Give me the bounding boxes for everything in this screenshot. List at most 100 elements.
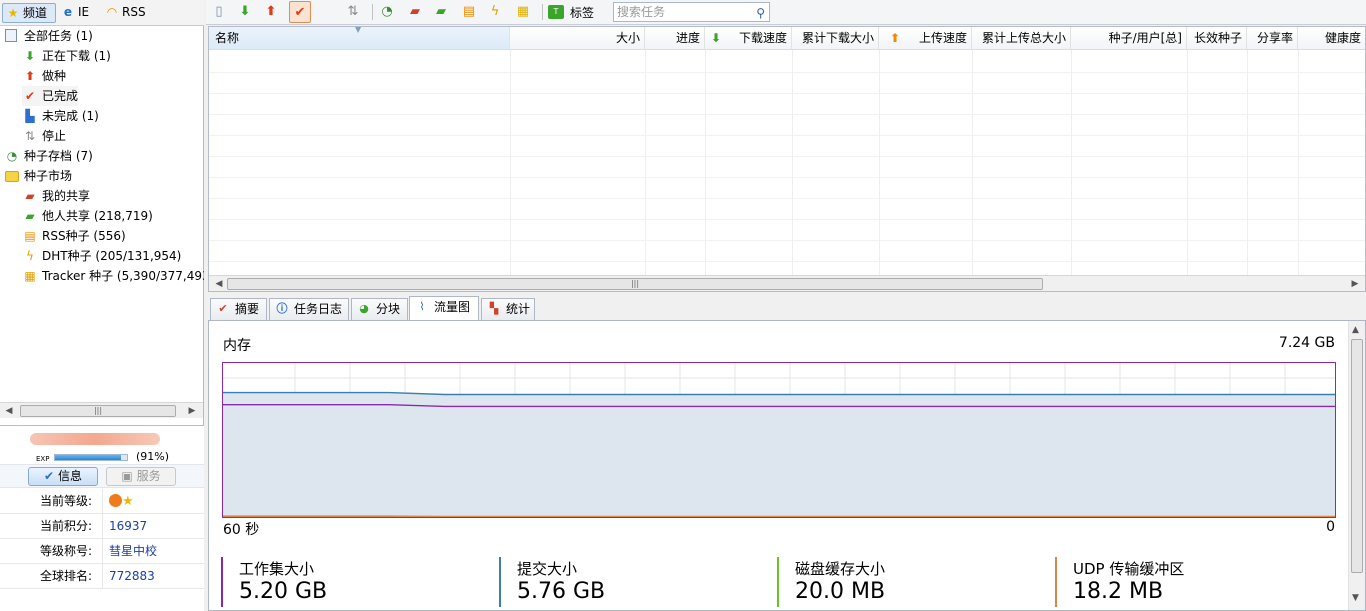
- service-icon: ▣: [121, 469, 133, 483]
- tree-tracker-torrents[interactable]: ▦ Tracker 种子 (5,390/377,493: [22, 266, 204, 286]
- tab-channels[interactable]: ★ 频道: [2, 3, 56, 23]
- tree-stopped[interactable]: ⇅ 停止: [22, 126, 66, 146]
- tag-label[interactable]: 标签: [570, 4, 594, 21]
- tab-label: 统计: [506, 302, 531, 316]
- tree-label: 正在下载 (1): [42, 49, 111, 63]
- move-down-icon[interactable]: ▰: [430, 1, 452, 23]
- exp-percent: (91%): [136, 450, 170, 463]
- col-header-download-speed[interactable]: ⬇ 下载速度: [705, 27, 792, 50]
- rss-feed-icon[interactable]: ▤: [458, 1, 480, 23]
- scroll-down-icon[interactable]: ▼: [1352, 593, 1359, 603]
- tree-others-share[interactable]: ▰ 他人共享 (218,719): [22, 206, 152, 226]
- traffic-panel: 内存 7.24 GB 60 秒 0 工作集大小 5.20 GB 提交大小 5.7…: [208, 320, 1366, 611]
- tracker-torrent-icon: ▦: [24, 269, 36, 283]
- tree-dht-torrents[interactable]: ϟ DHT种子 (205/131,954): [22, 246, 181, 266]
- star-level-icon: ★: [122, 494, 134, 509]
- col-header-total-downloaded[interactable]: 累计下载大小: [792, 27, 879, 50]
- timer-icon[interactable]: ◔: [376, 1, 398, 23]
- scroll-up-icon[interactable]: ▲: [1352, 325, 1359, 335]
- col-header-share-ratio[interactable]: 分享率: [1247, 27, 1298, 50]
- col-header-name[interactable]: 名称 ▼: [209, 27, 510, 50]
- tab-label: 流量图: [434, 300, 471, 314]
- task-grid: 名称 ▼ 大小 进度 ⬇ 下载速度 累计下载大小 ⬆ 上传速度 累计上传总大小 …: [208, 26, 1366, 292]
- col-label: 下载速度: [738, 31, 787, 45]
- new-task-icon[interactable]: ▯: [208, 1, 230, 23]
- tab-task-log[interactable]: ⓘ 任务日志: [269, 298, 349, 320]
- grid-hscrollbar[interactable]: ◀ ||| ▶: [209, 275, 1365, 291]
- stat-label: UDP 传输缓冲区: [1073, 560, 1185, 578]
- tree-completed[interactable]: ✔ 已完成: [22, 86, 79, 106]
- scroll-left-icon[interactable]: ◀: [213, 278, 225, 290]
- tree-my-share[interactable]: ▰ 我的共享: [22, 186, 90, 206]
- col-header-total-uploaded[interactable]: 累计上传总大小: [972, 27, 1071, 50]
- grid-column-line: [792, 50, 793, 275]
- tree-label: 停止: [42, 129, 67, 143]
- start-seed-icon[interactable]: ⬆: [260, 1, 282, 23]
- tree-downloading[interactable]: ⬇ 正在下载 (1): [22, 46, 111, 66]
- stat-value: 5.20 GB: [239, 579, 328, 604]
- col-header-health[interactable]: 健康度: [1298, 27, 1365, 50]
- tag-icon[interactable]: T: [548, 5, 564, 19]
- col-header-size[interactable]: 大小: [510, 27, 645, 50]
- col-label: 分享率: [1256, 31, 1293, 45]
- rss-torrent-icon: ▤: [24, 229, 36, 243]
- col-header-seeds-peers[interactable]: 种子/用户[总]: [1071, 27, 1187, 50]
- tree-incomplete[interactable]: ▙ 未完成 (1): [22, 106, 99, 126]
- check-badge-icon: ✔: [44, 469, 55, 483]
- info-row-title: 等级称号: 彗星中校: [0, 539, 204, 564]
- x-axis-start-label: 60 秒: [223, 522, 260, 538]
- tab-stats[interactable]: ▚ 统计: [481, 298, 535, 320]
- lightning-icon[interactable]: ϟ: [484, 1, 506, 23]
- checkmark-icon: ✔: [24, 89, 36, 103]
- panel-vscrollbar[interactable]: ▲ ▼: [1348, 321, 1365, 610]
- tab-summary[interactable]: ✔ 摘要: [210, 298, 267, 320]
- complete-check-icon[interactable]: ✔: [289, 1, 311, 23]
- grid-row-line: [209, 156, 1365, 157]
- grid-row-line: [209, 219, 1365, 220]
- tree-seeding[interactable]: ⬆ 做种: [22, 66, 66, 86]
- tab-pieces[interactable]: ◕ 分块: [351, 298, 408, 320]
- sidebar-tabs: ★ 频道 e IE ◠ RSS: [0, 0, 204, 26]
- notes-icon[interactable]: ▦: [512, 1, 534, 23]
- series-area-fill: [222, 392, 1335, 517]
- sidebar-hscrollbar[interactable]: ◀ ||| ▶: [0, 402, 203, 418]
- tree-rss-torrents[interactable]: ▤ RSS种子 (556): [22, 226, 125, 246]
- stop-transfer-icon[interactable]: ⇅: [342, 1, 364, 23]
- tree-torrent-archive[interactable]: ◔ 种子存档 (7): [4, 146, 93, 166]
- all-tasks-icon: [5, 29, 17, 42]
- scroll-thumb[interactable]: |||: [227, 278, 1043, 290]
- tab-traffic-graph[interactable]: ⌇ 流量图: [409, 296, 479, 320]
- col-header-upload-speed[interactable]: ⬆ 上传速度: [879, 27, 972, 50]
- user-panel: EXP (91%) ✔ 信息 ▣ 服务 当前等级: ★ 当前积分: 16937 …: [0, 425, 204, 611]
- move-up-icon[interactable]: ▰: [404, 1, 426, 23]
- col-header-long-seeds[interactable]: 长效种子: [1187, 27, 1247, 50]
- stat-value: 20.0 MB: [795, 579, 886, 604]
- grid-row-line: [209, 240, 1365, 241]
- tab-rss[interactable]: ◠ RSS: [102, 3, 150, 23]
- scroll-thumb[interactable]: [1351, 339, 1363, 573]
- tab-ie[interactable]: e IE: [58, 3, 98, 23]
- service-button[interactable]: ▣ 服务: [106, 467, 176, 486]
- tree-label: DHT种子 (205/131,954): [42, 249, 182, 263]
- exp-label: EXP: [36, 455, 50, 463]
- folder-icon: [5, 171, 19, 182]
- info-button[interactable]: ✔ 信息: [28, 467, 98, 486]
- scroll-thumb[interactable]: |||: [20, 405, 176, 417]
- star-icon: ★: [7, 6, 19, 20]
- info-label: 全球排名:: [39, 569, 92, 583]
- scroll-right-icon[interactable]: ▶: [1349, 278, 1361, 290]
- scroll-left-icon[interactable]: ◀: [3, 405, 15, 417]
- sun-level-icon: [109, 494, 122, 507]
- info-button-label: 信息: [57, 469, 82, 483]
- col-header-progress[interactable]: 进度: [645, 27, 705, 50]
- col-label: 累计上传总大小: [981, 31, 1066, 45]
- tree-label: 未完成 (1): [42, 109, 99, 123]
- grid-column-line: [879, 50, 880, 275]
- search-input[interactable]: 搜索任务 ⚲: [613, 2, 770, 22]
- tree-all-tasks[interactable]: 全部任务 (1): [4, 26, 93, 46]
- search-icon[interactable]: ⚲: [756, 4, 765, 22]
- start-download-icon[interactable]: ⬇: [234, 1, 256, 23]
- tree-torrent-market[interactable]: 种子市场: [4, 166, 72, 186]
- chart-series: [222, 391, 1335, 518]
- scroll-right-icon[interactable]: ▶: [186, 405, 198, 417]
